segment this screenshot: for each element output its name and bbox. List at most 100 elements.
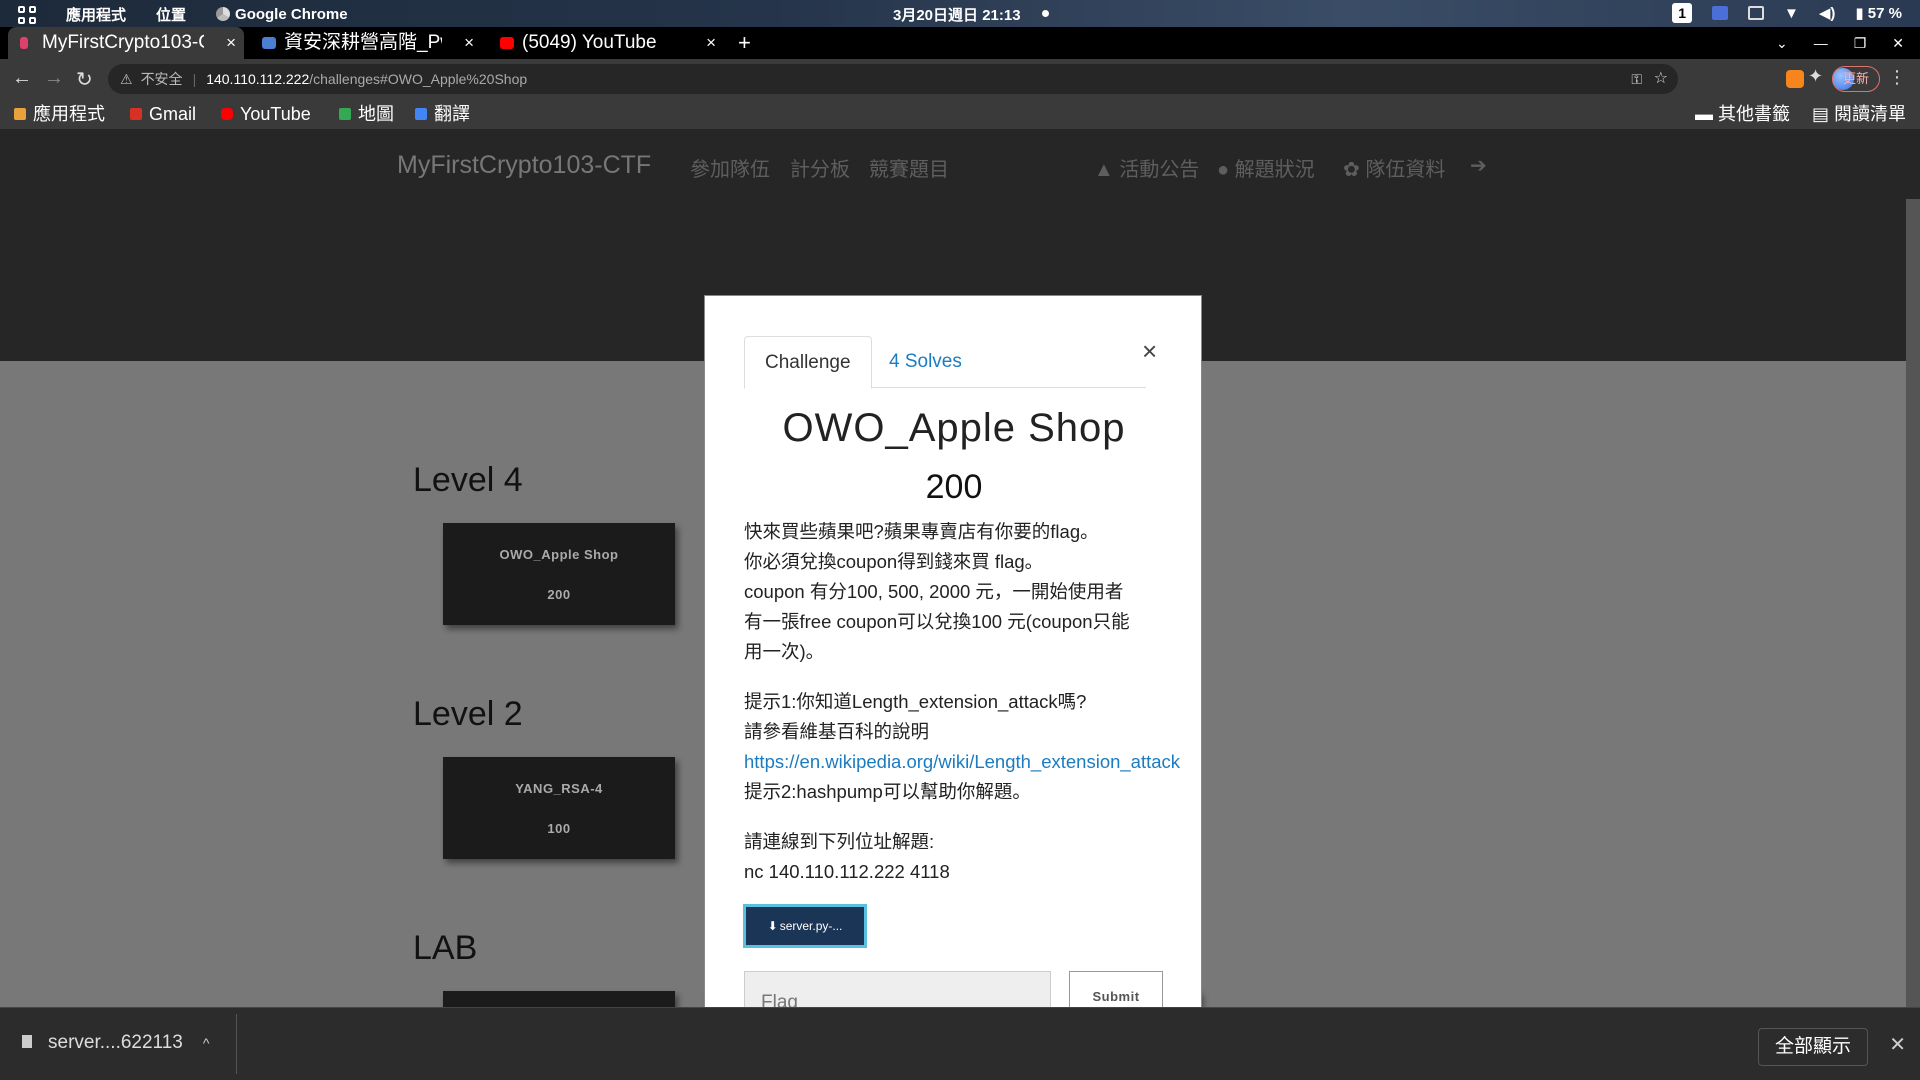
nav-solve-status[interactable]: ● 解題狀況 <box>1217 153 1315 182</box>
challenge-value: 200 <box>925 468 983 506</box>
browser-toolbar: ← → ↻ ⚠ 不安全 | 140.110.112.222/challenges#OW… <box>0 59 1920 99</box>
bookmark-gmail[interactable]: Gmail <box>130 101 196 127</box>
update-button[interactable]: 更新 <box>1831 66 1880 92</box>
flag-input[interactable]: Flag <box>744 971 1051 1007</box>
course-favicon-icon <box>262 37 276 49</box>
app-grid-icon[interactable] <box>18 5 36 24</box>
youtube-icon <box>221 108 233 120</box>
challenge-card[interactable]: YANG_RSA-4 100 <box>443 757 675 859</box>
folder-icon: ▬ <box>1694 104 1718 124</box>
window-close-icon[interactable]: ✕ <box>1892 35 1904 52</box>
nav-challenges[interactable]: 競賽題目 <box>869 153 949 182</box>
web-page: MyFirstCrypto103-CTF 參加隊伍 計分板 競賽題目 ▲ 活動公… <box>0 129 1920 1007</box>
wifi-icon[interactable]: ▼ <box>1784 5 1799 22</box>
chevron-up-icon[interactable]: ^ <box>203 1035 210 1051</box>
challenge-description: 快來買些蘋果吧?蘋果專賣店有你要的flag。 你必須兌換coupon得到錢來買 … <box>744 521 1130 662</box>
bookmarks-bar: 應用程式 Gmail YouTube 地圖 翻譯 ▬ 其他書籤 ▤ 閱讀清單 <box>0 99 1920 129</box>
tab-close-icon[interactable]: × <box>226 27 236 59</box>
youtube-favicon-icon <box>500 37 514 49</box>
url-host: 140.110.112.222 <box>206 71 310 87</box>
connection-info: 請連線到下列位址解題: nc 140.110.112.222 4118 <box>744 827 950 887</box>
os-active-app[interactable]: Google Chrome <box>216 6 348 23</box>
user-circle-icon: ● <box>1217 159 1235 181</box>
bookmark-star-icon[interactable]: ☆ <box>1654 64 1668 94</box>
tab-strip: MyFirstCrypto103-C × 資安深耕營高階_Pw × (5049)… <box>0 27 1920 59</box>
insecure-label: 不安全 <box>140 71 183 87</box>
key-icon[interactable]: ⚿ <box>1631 64 1642 94</box>
nav-scoreboard[interactable]: 計分板 <box>790 153 850 182</box>
gmail-icon <box>130 108 142 120</box>
url-path: /challenges#OWO_Apple%20Shop <box>309 71 528 87</box>
challenge-title: OWO_Apple Shop <box>782 406 1126 450</box>
back-icon[interactable]: ← <box>12 67 32 90</box>
extensions-puzzle-icon[interactable]: ✦ <box>1808 66 1830 88</box>
other-bookmarks[interactable]: ▬ 其他書籤 <box>1695 101 1790 127</box>
bookmark-youtube[interactable]: YouTube <box>221 101 311 127</box>
download-bar: server....622113 ^ 全部顯示 ✕ <box>0 1007 1920 1080</box>
reading-list-icon: ▤ <box>1811 104 1834 124</box>
warning-icon: ⚠ <box>120 71 133 87</box>
site-brand[interactable]: MyFirstCrypto103-CTF <box>397 151 651 180</box>
challenge-modal: Challenge 4 Solves × OWO_Apple Shop 200 … <box>704 295 1202 1007</box>
download-bar-close-icon[interactable]: ✕ <box>1889 1032 1906 1057</box>
menu-kebab-icon[interactable]: ⋮ <box>1888 67 1906 88</box>
tab-youtube[interactable]: (5049) YouTube × <box>488 27 724 59</box>
tab-ctf[interactable]: MyFirstCrypto103-C × <box>8 27 244 59</box>
challenge-hints: 提示1:你知道Length_extension_attack嗎? 請參看維基百科… <box>744 691 1181 802</box>
os-places-menu[interactable]: 位置 <box>156 4 186 25</box>
translate-icon <box>415 108 427 120</box>
address-bar[interactable]: ⚠ 不安全 | 140.110.112.222/challenges#OWO_Appl… <box>108 64 1678 94</box>
chrome-icon <box>216 7 231 21</box>
volume-icon[interactable]: ◀) <box>1819 4 1836 22</box>
keyboard-icon[interactable] <box>1747 6 1764 20</box>
modal-tabs: Challenge 4 Solves <box>744 336 1146 389</box>
window-controls: ⌄ — ❐ ✕ <box>1776 27 1904 59</box>
nav-notifications[interactable]: ▲ 活動公告 <box>1094 153 1199 182</box>
workspace-indicator[interactable]: 1 <box>1672 3 1692 23</box>
submit-button[interactable]: Submit <box>1069 971 1163 1007</box>
reload-icon[interactable]: ↻ <box>76 67 93 92</box>
nav-teams[interactable]: 參加隊伍 <box>690 153 770 182</box>
gears-icon: ✿ <box>1343 159 1366 181</box>
forward-icon[interactable]: → <box>44 67 64 90</box>
page-scrollbar[interactable] <box>1906 199 1920 1007</box>
new-tab-icon[interactable]: + <box>738 27 751 59</box>
metamask-extension-icon[interactable] <box>1786 70 1804 88</box>
bookmark-maps[interactable]: 地圖 <box>339 101 394 127</box>
reading-list[interactable]: ▤ 閱讀清單 <box>1812 101 1906 127</box>
maps-icon <box>339 108 351 120</box>
bell-icon: ▲ <box>1094 159 1120 181</box>
tab-solves[interactable]: 4 Solves <box>869 336 982 388</box>
challenge-card[interactable] <box>443 991 675 1007</box>
restore-icon[interactable]: ❐ <box>1854 35 1867 52</box>
tab-search-icon[interactable]: ⌄ <box>1776 35 1788 52</box>
tab-close-icon[interactable]: × <box>464 27 474 59</box>
level-heading: Level 4 <box>413 461 523 499</box>
file-download-button[interactable]: ⬇ server.py-... <box>743 904 867 948</box>
battery-status[interactable]: ▮ 57 % <box>1855 4 1902 22</box>
os-clock[interactable]: 3月20日週日 21:13 <box>893 4 1021 25</box>
modal-close-icon[interactable]: × <box>1142 336 1157 367</box>
level-heading: Level 2 <box>413 695 523 733</box>
tab-close-icon[interactable]: × <box>706 27 716 59</box>
tab-course[interactable]: 資安深耕營高階_Pw × <box>250 27 482 59</box>
minimize-icon[interactable]: — <box>1814 35 1828 51</box>
bookmark-translate[interactable]: 翻譯 <box>415 101 470 127</box>
tray-app-icon[interactable] <box>1711 6 1728 20</box>
os-apps-menu[interactable]: 應用程式 <box>66 4 126 25</box>
bookmark-apps[interactable]: 應用程式 <box>14 101 105 127</box>
show-all-button[interactable]: 全部顯示 <box>1757 1028 1868 1066</box>
wikipedia-link[interactable]: https://en.wikipedia.org/wiki/Length_ext… <box>744 747 1180 777</box>
ctf-favicon-icon <box>20 37 28 49</box>
tab-challenge[interactable]: Challenge <box>744 336 872 389</box>
file-icon <box>22 1035 32 1048</box>
site-navbar: MyFirstCrypto103-CTF 參加隊伍 計分板 競賽題目 ▲ 活動公… <box>0 129 1920 199</box>
notification-dot-icon <box>1042 10 1049 17</box>
os-top-bar: 應用程式 位置 Google Chrome 3月20日週日 21:13 1 ▼ … <box>0 0 1920 27</box>
download-icon: ⬇ <box>767 919 778 933</box>
logout-icon[interactable]: ➔ <box>1470 153 1487 178</box>
nav-team-info[interactable]: ✿ 隊伍資料 <box>1343 153 1445 182</box>
level-heading: LAB <box>413 929 478 967</box>
challenge-card[interactable]: OWO_Apple Shop 200 <box>443 523 675 625</box>
download-item[interactable]: server....622113 ^ <box>22 1032 209 1054</box>
